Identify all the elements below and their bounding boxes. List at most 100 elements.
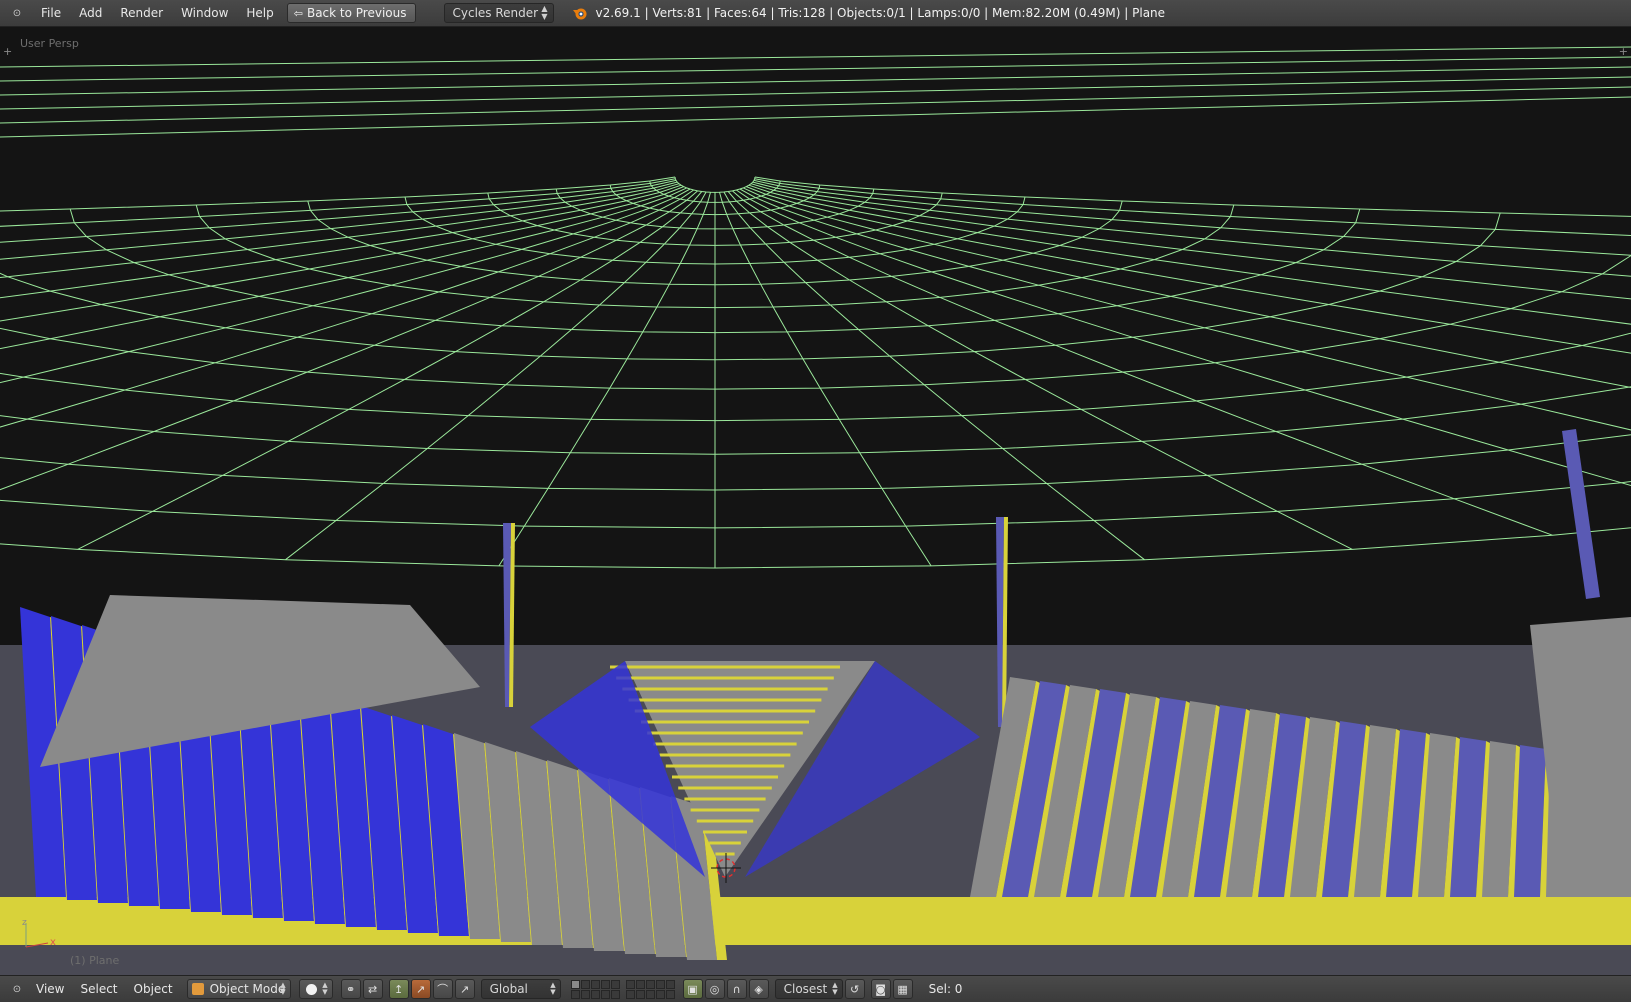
dropdown-arrows-icon: ▲ ▼ <box>832 981 838 996</box>
scene-layers[interactable] <box>570 979 681 999</box>
scale-manipulator[interactable]: ⌒ <box>432 979 453 999</box>
snap-element-button[interactable]: ◈ <box>748 979 769 999</box>
axis-z-label: z <box>22 918 27 928</box>
active-object-label: (1) Plane <box>70 954 120 967</box>
wireframe-spoke <box>77 191 703 550</box>
wireframe-spoke <box>743 187 1631 388</box>
translate-manipulator[interactable]: ↥ <box>388 979 409 999</box>
wireframe-spoke <box>752 181 1631 277</box>
layer-button[interactable] <box>625 989 635 999</box>
3d-viewport[interactable]: User Persp + + z x (1) Plane <box>0 27 1631 975</box>
interaction-mode-value: Object Mode <box>209 982 286 996</box>
normal-manipulator[interactable]: ↗ <box>454 979 475 999</box>
render-still-button[interactable]: ◙ <box>870 979 891 999</box>
layer-button[interactable] <box>665 989 675 999</box>
layers-group-2[interactable] <box>625 979 675 999</box>
layer-button[interactable] <box>580 979 590 989</box>
menu-file[interactable]: File <box>32 0 70 27</box>
snap-element-icon: ◈ <box>754 982 763 996</box>
dropdown-arrows-icon: ▲ ▼ <box>550 981 556 996</box>
wireframe-ring <box>0 212 1501 361</box>
wireframe-spoke <box>285 191 707 561</box>
wireframe-edge <box>0 96 1631 138</box>
render-anim-icon: ▦ <box>897 982 908 996</box>
wireframe-spoke <box>0 184 682 299</box>
menu-window[interactable]: Window <box>172 0 237 27</box>
layer-button[interactable] <box>600 989 610 999</box>
layer-button[interactable] <box>610 979 620 989</box>
column-face <box>1562 429 1600 599</box>
pivot-point-button[interactable]: ⚭ <box>340 979 361 999</box>
layer-button[interactable] <box>635 979 645 989</box>
region-split-icon[interactable]: + <box>3 45 12 58</box>
wireframe-spoke <box>0 189 694 428</box>
back-arrow-icon: ⇦ <box>293 6 303 20</box>
layer-button[interactable] <box>655 989 665 999</box>
editor-type-icon[interactable]: ⊙ <box>6 978 28 1000</box>
interaction-mode-select[interactable]: Object Mode ▲ ▼ <box>186 979 291 999</box>
lock-camera-icon: ▣ <box>687 982 698 996</box>
proportional-edit-icon: ◎ <box>709 982 720 996</box>
wireframe-edge <box>0 66 1631 96</box>
wireframe-spoke <box>754 176 1631 217</box>
selection-count: Sel: 0 <box>928 982 963 996</box>
wireframe-spoke <box>736 189 1631 487</box>
wireframe-spoke <box>498 192 711 567</box>
dropdown-arrows-icon: ▲ ▼ <box>280 981 286 996</box>
layer-button[interactable] <box>625 979 635 989</box>
wireframe-ring <box>0 332 1631 422</box>
3d-view-header: ⊙ View Select Object Object Mode ▲ ▼ ▲ ▼ ⚭… <box>0 975 1631 1002</box>
menu-help[interactable]: Help <box>237 0 282 27</box>
layer-button[interactable] <box>570 989 580 999</box>
dropdown-arrows-icon: ▲ ▼ <box>541 4 548 21</box>
region-split-icon[interactable]: + <box>1619 45 1628 58</box>
layer-button[interactable] <box>645 989 655 999</box>
menu-select[interactable]: Select <box>72 982 125 996</box>
scene-stats: v2.69.1 | Verts:81 | Faces:64 | Tris:128… <box>595 6 1166 20</box>
wireframe-spoke <box>753 179 1631 256</box>
wireframe-spoke <box>727 191 1353 550</box>
layer-button[interactable] <box>635 989 645 999</box>
menu-object[interactable]: Object <box>126 982 181 996</box>
render-engine-value: Cycles Render <box>452 6 539 20</box>
render-animation-button[interactable]: ▦ <box>892 979 913 999</box>
axis-gizmo: z x <box>22 918 56 948</box>
layer-button[interactable] <box>570 979 580 989</box>
manipulator-toggle[interactable]: ⇄ <box>362 979 383 999</box>
wireframe-edge <box>0 56 1631 82</box>
menu-add[interactable]: Add <box>70 0 111 27</box>
snap-toggle[interactable]: ∩ <box>726 979 747 999</box>
layers-group-1[interactable] <box>570 979 620 999</box>
snap-target-select[interactable]: Closest ▲ ▼ <box>774 979 843 999</box>
wireframe-spoke <box>723 191 1145 561</box>
menu-render[interactable]: Render <box>111 0 172 27</box>
render-engine-select[interactable]: Cycles Render ▲ ▼ <box>443 3 554 23</box>
layer-button[interactable] <box>580 989 590 999</box>
layer-button[interactable] <box>610 989 620 999</box>
layer-button[interactable] <box>600 979 610 989</box>
layer-button[interactable] <box>590 989 600 999</box>
scene-canvas[interactable] <box>0 27 1631 975</box>
blender-logo-icon <box>572 8 586 20</box>
layer-button[interactable] <box>655 979 665 989</box>
transform-orientation-select[interactable]: Global ▲ ▼ <box>480 979 561 999</box>
editor-type-icon[interactable]: ⊙ <box>6 2 28 24</box>
viewport-shading-button[interactable]: ▲ ▼ <box>298 979 333 999</box>
wireframe-ring <box>0 527 1631 569</box>
layer-button[interactable] <box>645 979 655 989</box>
back-to-previous-button[interactable]: ⇦ Back to Previous <box>286 3 416 23</box>
lock-camera-button[interactable]: ▣ <box>682 979 703 999</box>
manipulator-icon: ⇄ <box>368 982 378 996</box>
wireframe-spoke <box>0 186 684 322</box>
scale-icon: ⌒ <box>437 983 449 996</box>
snap-rotate-button[interactable]: ↺ <box>844 979 865 999</box>
rotate-manipulator[interactable]: ↗ <box>410 979 431 999</box>
object-mode-icon <box>191 983 204 995</box>
rotate-icon: ↗ <box>416 982 426 996</box>
proportional-edit-button[interactable]: ◎ <box>704 979 725 999</box>
back-to-previous-label: Back to Previous <box>306 6 407 20</box>
menu-view[interactable]: View <box>28 982 72 996</box>
view-name-label: User Persp <box>20 37 79 50</box>
layer-button[interactable] <box>590 979 600 989</box>
layer-button[interactable] <box>665 979 675 989</box>
